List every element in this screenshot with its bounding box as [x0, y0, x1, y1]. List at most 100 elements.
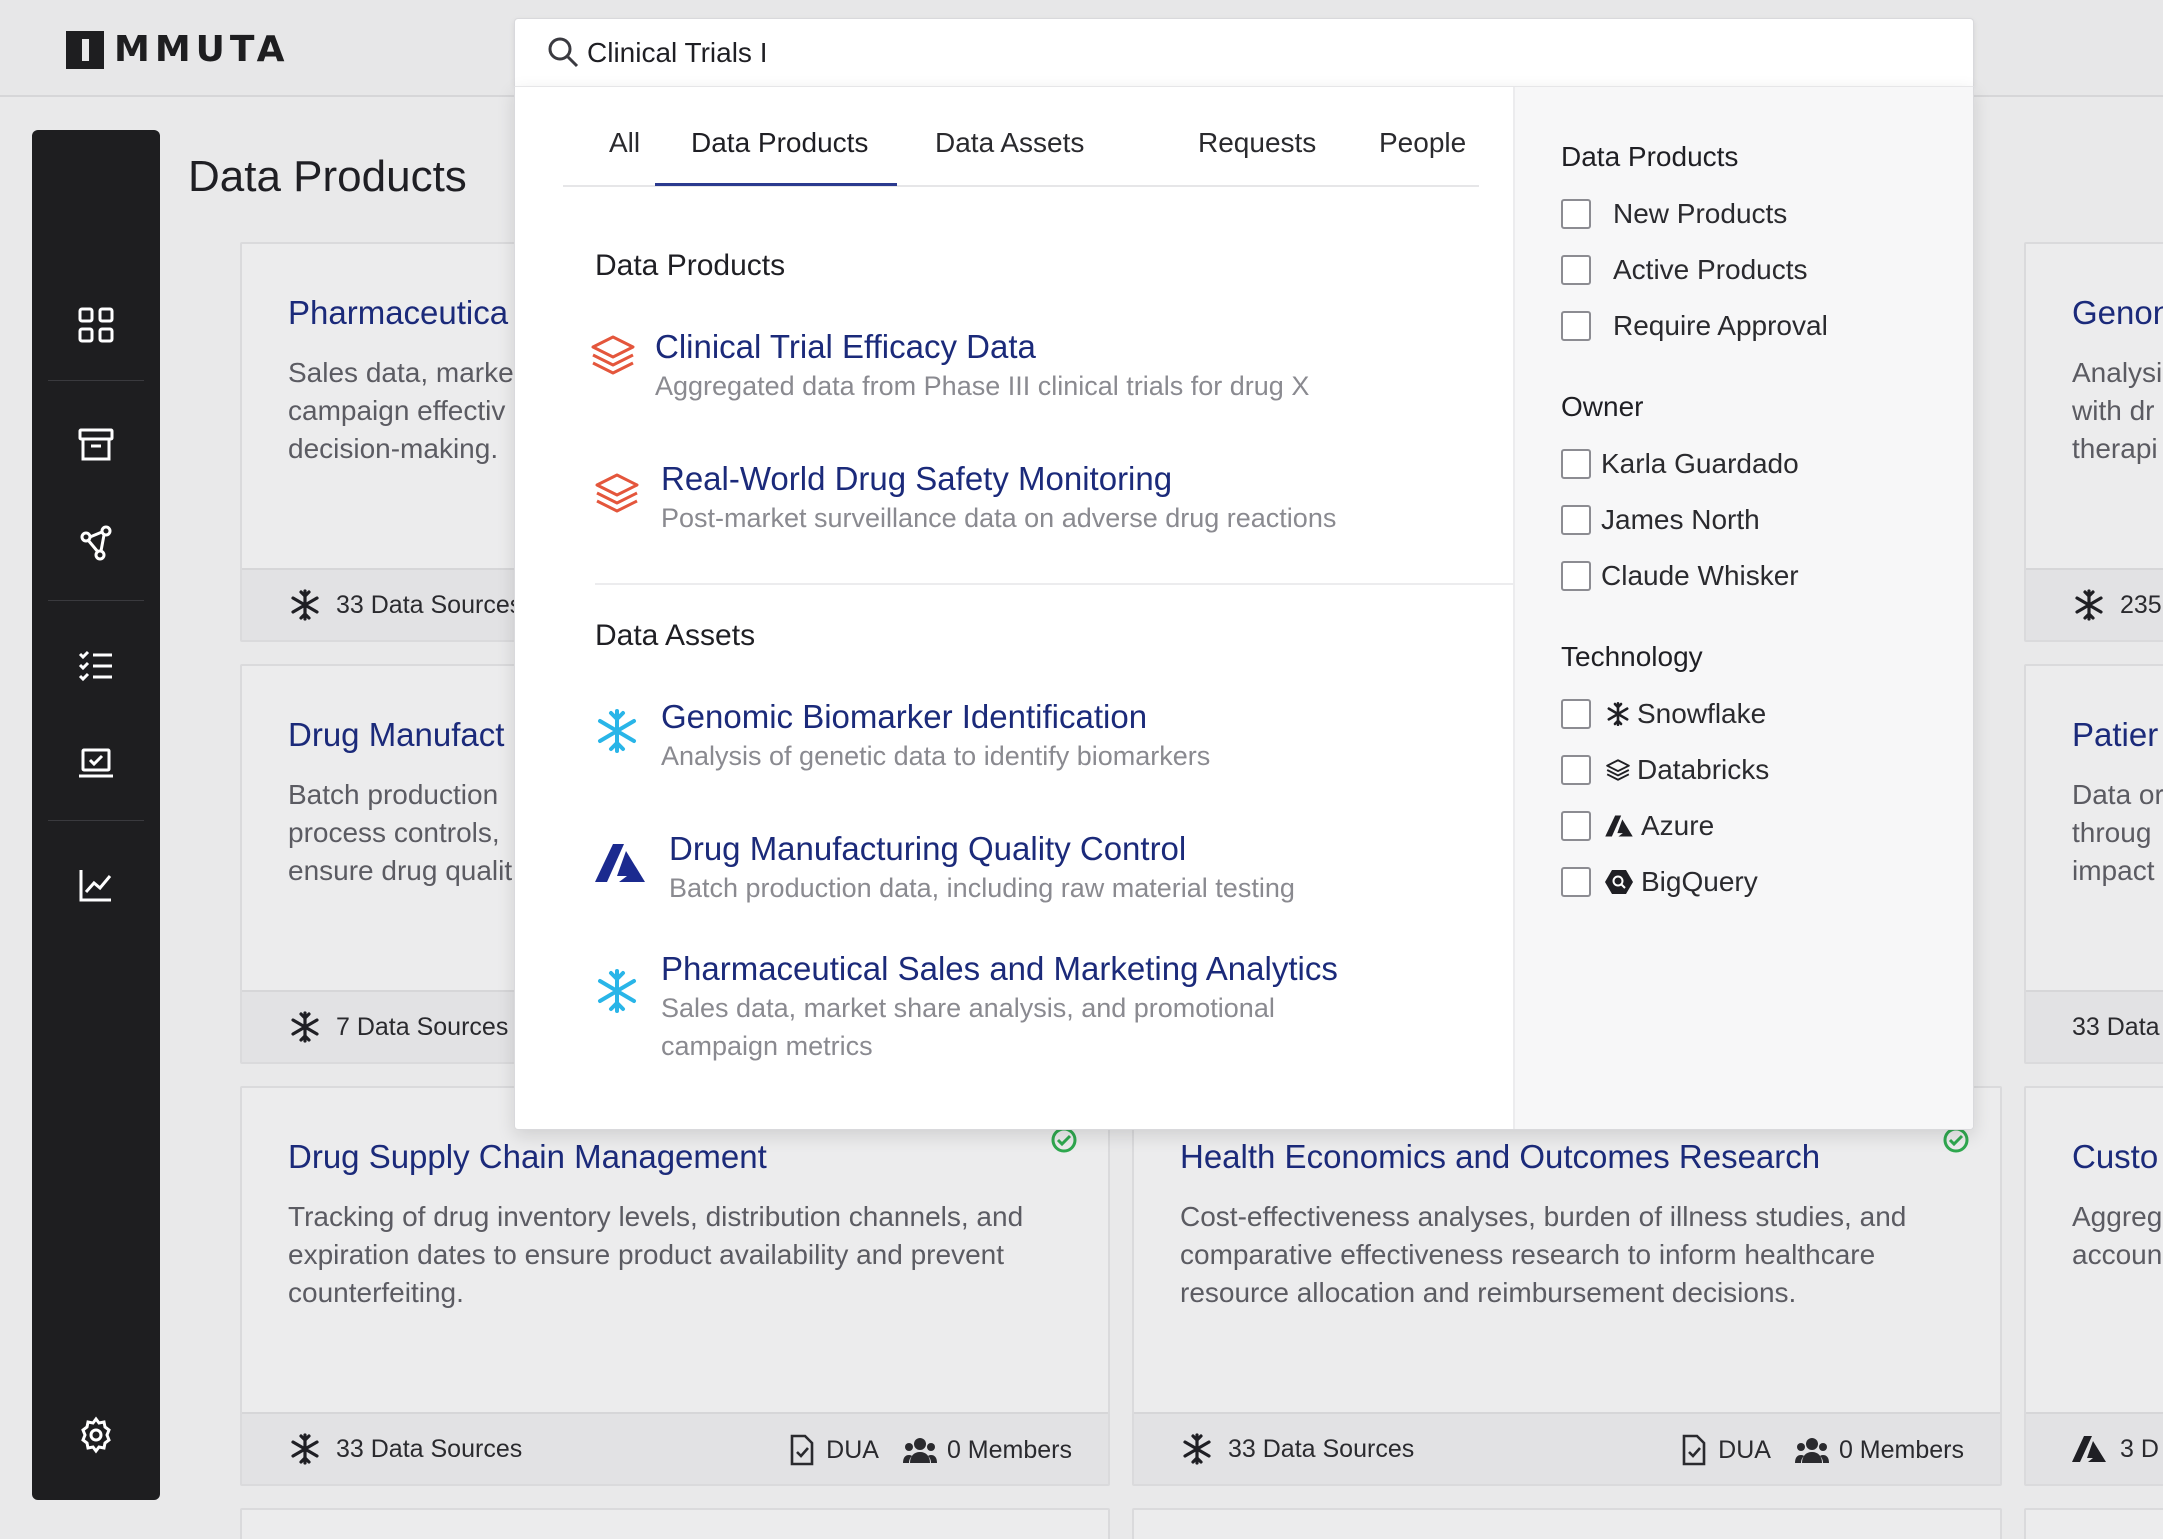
card-sources: 33 Data Sources [1180, 1432, 1414, 1466]
card-sources-label: 33 Data Sources [1228, 1434, 1415, 1463]
card-meta: DUA 0 Members [1680, 1414, 1964, 1484]
result-item[interactable]: Drug Manufacturing Quality Control Batch… [595, 829, 1369, 907]
filter-tech-azure[interactable]: Azure [1561, 809, 1714, 843]
snowflake-icon [291, 589, 319, 621]
result-item[interactable]: Real-World Drug Safety Monitoring Post-m… [595, 459, 1361, 537]
filter-owner-karla[interactable]: Karla Guardado [1561, 447, 1799, 481]
card-sources: 3 D [2072, 1435, 2159, 1464]
snowflake-icon [598, 969, 636, 1013]
checkbox[interactable] [1561, 755, 1591, 785]
card-description: Cost-effectiveness analyses, burden of i… [1180, 1201, 1907, 1308]
tab-data-products[interactable]: Data Products [691, 127, 868, 159]
section-heading-data-assets: Data Assets [595, 619, 756, 652]
data-product-card[interactable] [240, 1508, 1110, 1539]
filter-label: Active Products [1613, 254, 1808, 285]
result-title[interactable]: Pharmaceutical Sales and Marketing Analy… [661, 949, 1361, 989]
card-title[interactable]: Pharmaceutica [288, 294, 508, 332]
filter-owner-claude[interactable]: Claude Whisker [1561, 559, 1799, 593]
azure-icon [595, 844, 645, 882]
card-title[interactable]: Patier [2072, 716, 2158, 754]
filter-label: James North [1601, 504, 1760, 535]
checkbox[interactable] [1561, 449, 1591, 479]
filter-tech-snowflake[interactable]: Snowflake [1561, 697, 1766, 731]
data-product-card[interactable]: Patier Data or throug impact 33 Data [2024, 664, 2163, 1064]
card-title[interactable]: Health Economics and Outcomes Research [1180, 1138, 1820, 1176]
sidebar-item-dashboard[interactable] [32, 285, 160, 365]
checkbox[interactable] [1561, 811, 1591, 841]
tab-data-assets[interactable]: Data Assets [935, 127, 1084, 159]
card-title[interactable]: Custo [2072, 1138, 2158, 1176]
checkbox[interactable] [1561, 199, 1591, 229]
filter-active-products[interactable]: Active Products [1561, 253, 1808, 287]
result-item[interactable]: Clinical Trial Efficacy Data Aggregated … [591, 327, 1355, 405]
data-product-card[interactable]: Custo Aggreg accoun 3 D [2024, 1086, 2163, 1486]
sidebar [32, 130, 160, 1500]
bigquery-icon [1605, 870, 1633, 894]
sidebar-divider [48, 600, 144, 601]
snowflake-icon [598, 709, 636, 753]
card-footer: 33 Data Sources DUA 0 Members [1134, 1412, 2000, 1484]
members-icon [1794, 1438, 1829, 1463]
checkbox[interactable] [1561, 561, 1591, 591]
global-search [514, 18, 1974, 86]
checkbox[interactable] [1561, 505, 1591, 535]
checkbox[interactable] [1561, 255, 1591, 285]
checkbox[interactable] [1561, 311, 1591, 341]
sidebar-item-settings[interactable] [32, 1395, 160, 1475]
sidebar-divider [48, 380, 144, 381]
card-sources: 33 Data Sources [288, 588, 522, 622]
card-footer: 3 D [2026, 1412, 2163, 1484]
data-product-card[interactable]: Genon Analysi with dr therapi 235 [2024, 242, 2163, 642]
card-title[interactable]: Genon [2072, 294, 2163, 332]
data-product-card[interactable]: Drug Supply Chain Management Tracking of… [240, 1086, 1110, 1486]
card-description: Analysi with dr therapi [2072, 357, 2163, 464]
databricks-icon [591, 335, 635, 375]
result-item[interactable]: Pharmaceutical Sales and Marketing Analy… [595, 949, 1361, 1065]
databricks-icon [1606, 759, 1630, 781]
filter-label: BigQuery [1641, 866, 1758, 897]
card-sources-label: 7 Data Sources [336, 1012, 509, 1041]
filter-owner-james[interactable]: James North [1561, 503, 1760, 537]
snowflake-icon [1607, 701, 1629, 727]
filter-heading-data-products: Data Products [1561, 141, 1739, 172]
filter-tech-bigquery[interactable]: BigQuery [1561, 865, 1758, 899]
result-title[interactable]: Genomic Biomarker Identification [661, 697, 1361, 737]
card-title[interactable]: Drug Supply Chain Management [288, 1138, 767, 1176]
active-tab-indicator [655, 183, 897, 186]
result-item[interactable]: Genomic Biomarker Identification Analysi… [595, 697, 1361, 775]
card-meta: DUA 0 Members [788, 1414, 1072, 1484]
card-members: 0 Members [1838, 1435, 1964, 1464]
filter-new-products[interactable]: New Products [1561, 197, 1787, 231]
sidebar-item-approvals[interactable] [32, 723, 160, 803]
data-product-card[interactable]: Health Economics and Outcomes Research C… [1132, 1086, 2002, 1486]
filter-label: Databricks [1637, 754, 1770, 785]
sidebar-item-tasks[interactable] [32, 625, 160, 705]
card-sources: 235 [2072, 588, 2162, 622]
data-product-card[interactable] [1132, 1508, 2002, 1539]
checkbox[interactable] [1561, 699, 1591, 729]
immuta-logo[interactable]: MMUTA [66, 30, 290, 70]
result-title[interactable]: Clinical Trial Efficacy Data [655, 327, 1355, 367]
tab-people[interactable]: People [1379, 127, 1466, 159]
sidebar-item-archive[interactable] [32, 405, 160, 485]
card-description: Data or throug impact [2072, 779, 2163, 886]
section-heading-data-products: Data Products [595, 249, 786, 282]
card-title[interactable]: Drug Manufact [288, 716, 504, 754]
document-check-icon [790, 1434, 814, 1466]
tab-all[interactable]: All [609, 127, 640, 159]
sidebar-item-connections[interactable] [32, 503, 160, 583]
data-product-card[interactable] [2024, 1508, 2163, 1539]
card-sources-label: 33 Data Sources [336, 1434, 523, 1463]
result-title[interactable]: Real-World Drug Safety Monitoring [661, 459, 1361, 499]
filter-tech-databricks[interactable]: Databricks [1561, 753, 1769, 787]
search-input[interactable] [587, 31, 1887, 75]
logo-text: MMUTA [114, 29, 290, 70]
filter-require-approval[interactable]: Require Approval [1561, 309, 1828, 343]
checkbox[interactable] [1561, 867, 1591, 897]
sidebar-item-analytics[interactable] [32, 845, 160, 925]
tab-requests[interactable]: Requests [1198, 127, 1316, 159]
snowflake-icon [291, 1433, 319, 1465]
result-title[interactable]: Drug Manufacturing Quality Control [669, 829, 1369, 869]
grid-icon [78, 307, 114, 343]
result-description: Sales data, market share analysis, and p… [661, 993, 1275, 1061]
